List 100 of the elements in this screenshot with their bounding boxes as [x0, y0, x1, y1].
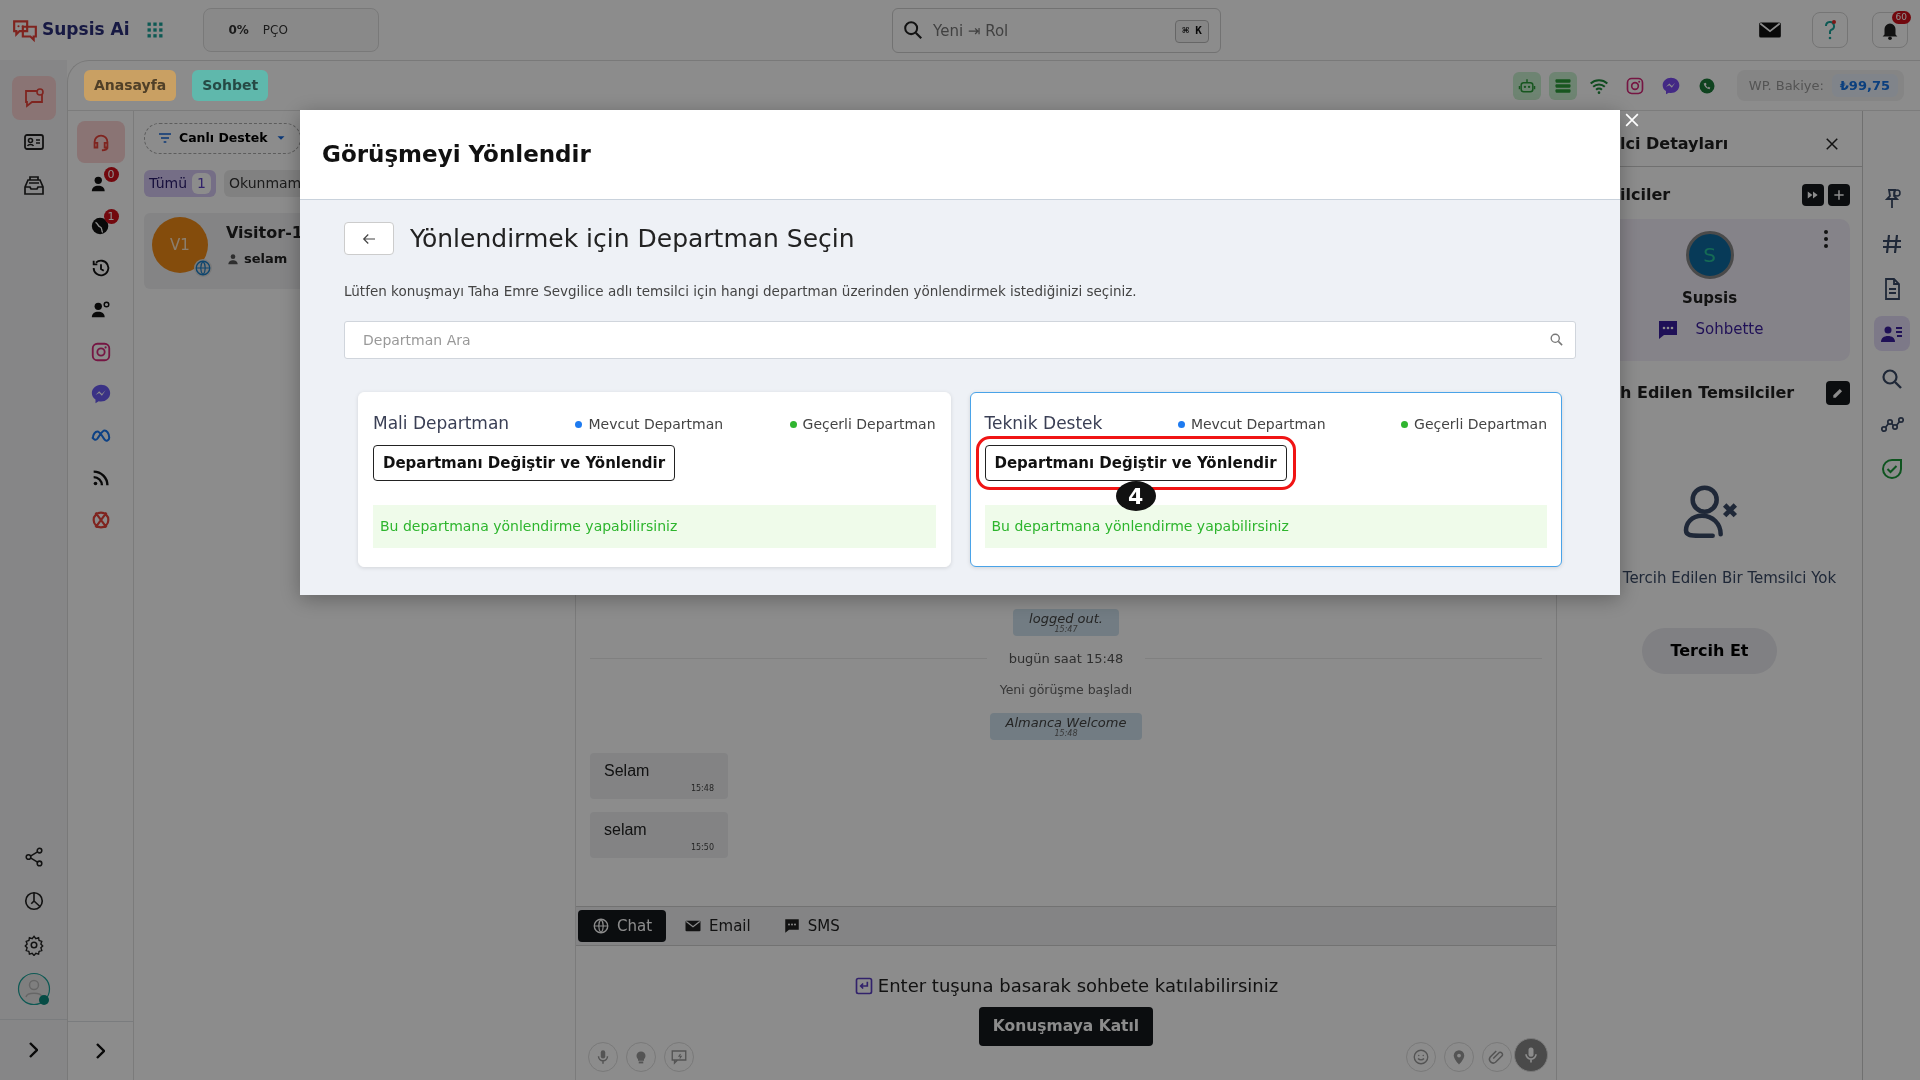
channel-tab[interactable]: Chat	[578, 909, 667, 943]
breadcrumb-tag[interactable]: Anasayfa	[84, 70, 177, 101]
logo-icon	[12, 17, 38, 43]
panel-title: lci Detayları	[1620, 132, 1729, 155]
settings-icon	[22, 934, 45, 956]
legend-label: Mevcut Departman	[588, 414, 724, 434]
progress-percent: 0%	[228, 22, 249, 39]
avatar-initials: V1	[170, 234, 190, 256]
instagram-icon	[1624, 75, 1645, 96]
help-button[interactable]	[1812, 12, 1848, 48]
legend-label: Mevcut Departman	[1190, 414, 1326, 434]
check-icon	[1879, 456, 1904, 481]
chat-notice: Yeni görüşme başladı	[999, 681, 1133, 700]
channel-tab[interactable]: Email	[670, 909, 765, 943]
search-field[interactable]: Departman Ara	[344, 321, 1576, 360]
redirect-button[interactable]: Departmanı Değiştir ve Yönlendir	[984, 444, 1287, 482]
contact-name: Visitor-1	[226, 221, 303, 244]
brand-name: Supsis Ai	[42, 18, 130, 42]
info-message: Bu departmana yönlendirme yapabilirsiniz	[373, 505, 936, 549]
message-text: Almanca Welcome	[1005, 715, 1127, 730]
section-heading: h Edilen Temsilciler	[1620, 382, 1795, 404]
chevron-right-icon	[96, 1043, 105, 1059]
date-divider: bugün saat 15:48	[1008, 649, 1124, 668]
department-card[interactable]: Teknik Destek Mevcut Departman Geçerli Departman Departmanı Değiştir ve Yönlendir 4 Bu departmana yönlendirme yapabilirsiniz	[969, 392, 1562, 568]
composer-button[interactable]	[1482, 1042, 1512, 1072]
message-text: Selam	[604, 761, 651, 781]
filter-tab[interactable]: Tümü 1	[144, 169, 216, 197]
shortcut-key: ⌘ K	[1175, 20, 1209, 43]
message-time: 15:50	[690, 842, 714, 854]
filter-dropdown[interactable]: Canlı Destek	[144, 123, 301, 154]
info-message: Bu departmana yönlendirme yapabilirsiniz	[984, 505, 1547, 549]
transfer-button[interactable]	[1802, 184, 1824, 206]
department-name: Teknik Destek	[984, 412, 1103, 436]
composer-button[interactable]	[664, 1042, 694, 1072]
rail-item[interactable]	[11, 76, 56, 120]
composer-button[interactable]	[626, 1042, 656, 1072]
instagram-icon	[89, 341, 112, 363]
channel-item[interactable]	[76, 121, 125, 163]
join-button[interactable]: Konuşmaya Katıl	[978, 1007, 1154, 1047]
pie-chart-icon	[22, 890, 45, 912]
plus-icon	[1832, 188, 1846, 202]
more-icon	[1824, 230, 1828, 248]
message-time: 15:47	[1054, 625, 1078, 635]
channel-item[interactable]: 0	[78, 163, 123, 205]
balance-amount: ₺99,75	[1831, 73, 1898, 98]
emoji-icon	[1412, 1048, 1430, 1066]
department-name: Mali Departman	[373, 412, 510, 436]
message-time: 15:48	[1054, 730, 1078, 739]
messenger-icon	[89, 383, 112, 405]
message-preview: selam	[244, 249, 288, 268]
progress-label: PÇO	[262, 22, 288, 39]
edit-button[interactable]	[1826, 381, 1850, 405]
panel-tab[interactable]	[1873, 316, 1910, 351]
section-title: Yönlendirmek için Departman Seçin	[410, 223, 855, 254]
back-button[interactable]	[344, 222, 394, 255]
notification-badge: 60	[1891, 11, 1911, 24]
count-badge: 0	[103, 167, 119, 183]
redirect-button[interactable]: Departmanı Değiştir ve Yönlendir	[373, 444, 676, 482]
record-button[interactable]	[1514, 1038, 1548, 1072]
channel-tab[interactable]: SMS	[768, 909, 854, 943]
message-time: 15:48	[690, 783, 714, 795]
toolbar-button[interactable]	[1548, 71, 1577, 100]
description-text: Lütfen konuşmayı Taha Emre Sevgilice adlı temsilci için hangi departman üzerinden yönlendirmek istediğinizi seçiniz.	[344, 282, 1138, 301]
composer-button[interactable]	[1444, 1042, 1474, 1072]
agent-status: Sohbette	[1695, 319, 1764, 341]
inbox-icon	[21, 174, 46, 198]
sms-icon	[782, 917, 801, 935]
empty-message: Tercih Edilen Bir Temsilci Yok	[1621, 568, 1838, 589]
count-badge: 1	[103, 209, 119, 225]
enter-key-icon	[853, 975, 874, 996]
pencil-icon	[1831, 386, 1845, 400]
quick-reply-icon	[670, 1048, 688, 1066]
agent-name: Supsis	[1681, 288, 1738, 309]
avatar-icon	[16, 972, 51, 1006]
messenger-icon	[1660, 75, 1681, 96]
composer-button[interactable]	[588, 1042, 618, 1072]
search-icon	[1879, 366, 1904, 391]
attachment-icon	[1488, 1048, 1506, 1066]
department-card[interactable]: Mali Departman Mevcut Departman Geçerli Departman Departmanı Değiştir ve Yönlendir Bu departmana yönlendirme yapabilirsiniz	[358, 392, 951, 568]
join-hint: Enter tuşuna basarak sohbete katılabilirsiniz	[877, 974, 1279, 998]
search-icon	[902, 19, 924, 41]
search-icon	[1549, 332, 1564, 348]
user-icon	[226, 251, 240, 266]
notifications-button[interactable]: 60	[1872, 12, 1908, 48]
section-heading: ilciler	[1620, 184, 1671, 206]
share-icon	[22, 846, 45, 868]
chevron-right-icon	[29, 1042, 38, 1058]
message-text: selam	[604, 820, 648, 840]
legend-label: Geçerli Departman	[1414, 414, 1547, 434]
toolbar-button[interactable]	[1512, 71, 1541, 100]
breadcrumb-tag[interactable]: Sohbet	[192, 70, 269, 101]
modal-title: Görüşmeyi Yönlendir	[322, 140, 591, 169]
apps-grid-icon	[145, 20, 166, 40]
add-button[interactable]	[1828, 184, 1850, 206]
channel-item[interactable]: 1	[78, 205, 123, 247]
message-text: logged out.	[1029, 611, 1103, 626]
prefer-button[interactable]: Tercih Et	[1642, 627, 1777, 674]
count-badge: 1	[192, 172, 211, 194]
legend-label: Geçerli Departman	[802, 414, 936, 434]
composer-button[interactable]	[1406, 1042, 1436, 1072]
